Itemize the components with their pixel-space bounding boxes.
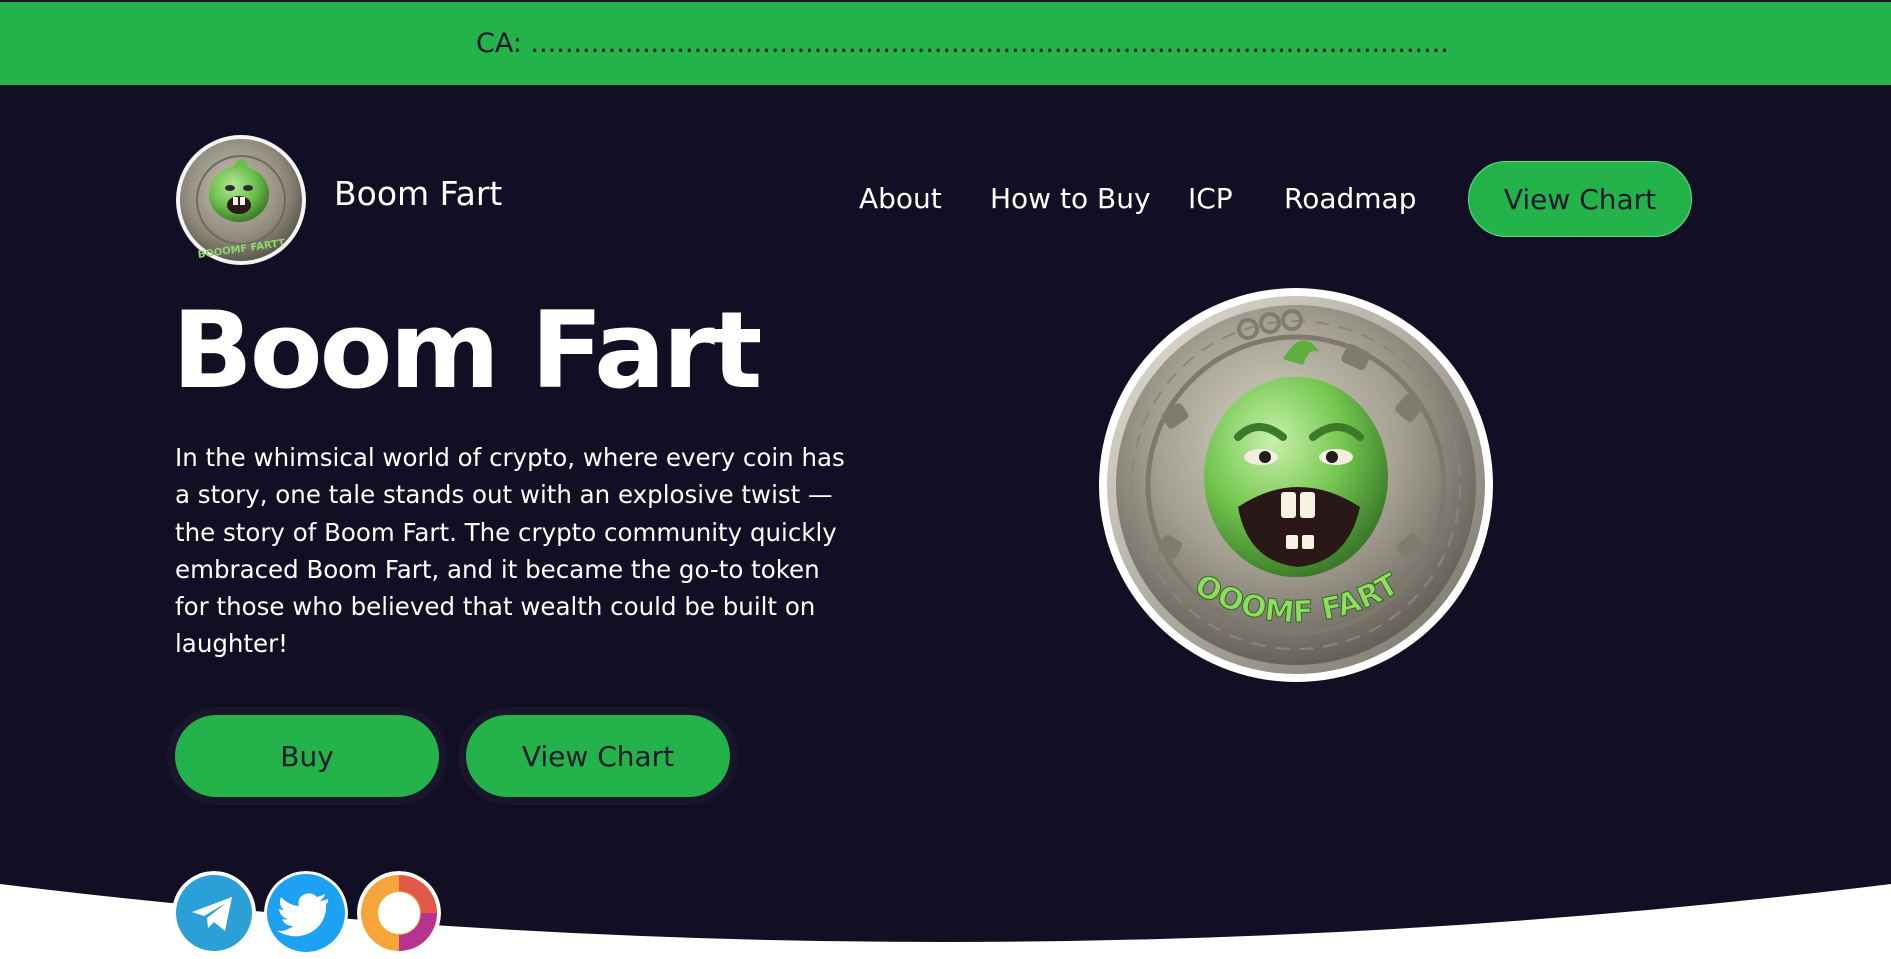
hero-title: Boom Fart xyxy=(172,289,762,412)
nav-about[interactable]: About xyxy=(859,182,942,215)
buy-button[interactable]: Buy xyxy=(175,715,439,797)
nav-roadmap[interactable]: Roadmap xyxy=(1284,182,1416,215)
nav-icp[interactable]: ICP xyxy=(1188,182,1233,215)
contract-address-banner: CA: ....................................… xyxy=(0,0,1891,85)
view-chart-button[interactable]: View Chart xyxy=(466,715,730,797)
brand-name[interactable]: Boom Fart xyxy=(334,174,502,213)
chart-ring-icon[interactable] xyxy=(357,871,441,955)
twitter-icon[interactable] xyxy=(264,871,348,955)
coin-mascot-image: BOOOMF FARTT xyxy=(1098,287,1493,682)
telegram-icon[interactable] xyxy=(172,871,256,955)
nav-how-to-buy[interactable]: How to Buy xyxy=(990,182,1151,215)
contract-address-text[interactable]: CA: ....................................… xyxy=(476,28,1449,59)
landing-page: CA: ....................................… xyxy=(0,0,1891,959)
logo-coin-icon[interactable]: BOOOMF FARTT xyxy=(175,134,307,266)
hero-description: In the whimsical world of crypto, where … xyxy=(175,443,845,659)
header-view-chart-button[interactable]: View Chart xyxy=(1468,161,1692,237)
